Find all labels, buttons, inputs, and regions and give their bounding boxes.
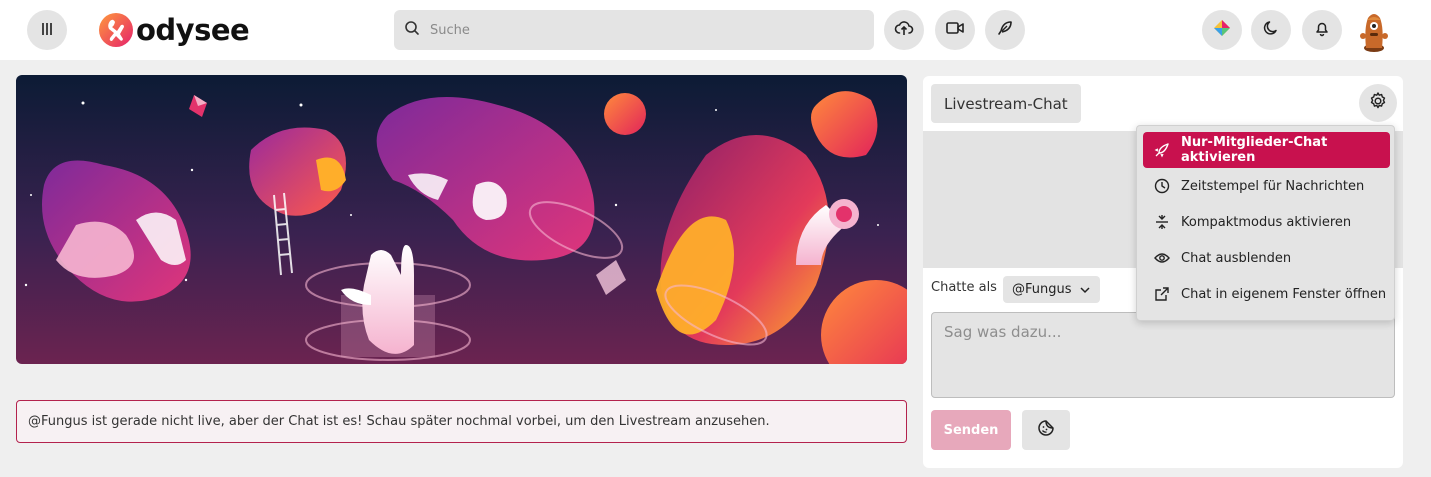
- menu-item-label: Kompaktmodus aktivieren: [1181, 214, 1352, 230]
- chat-as-select[interactable]: @Fungus: [1003, 276, 1100, 303]
- menu-item-members-only-chat[interactable]: Nur-Mitglieder-Chat aktivieren: [1143, 132, 1390, 168]
- bell-icon: [1313, 19, 1331, 41]
- upload-cloud-icon: [894, 18, 914, 42]
- menu-item-compact-mode[interactable]: Kompaktmodus aktivieren: [1143, 204, 1390, 240]
- chat-settings-menu: Nur-Mitglieder-Chat aktivieren Zeitstemp…: [1136, 125, 1395, 321]
- moon-icon: [1262, 19, 1280, 41]
- user-avatar[interactable]: [1357, 8, 1391, 54]
- new-post-button[interactable]: [985, 10, 1025, 50]
- wallet-diamond-icon: [1212, 18, 1232, 42]
- menu-item-label: Zeitstempel für Nachrichten: [1181, 178, 1365, 194]
- offline-notice: @Fungus ist gerade nicht live, aber der …: [16, 400, 907, 443]
- go-live-button[interactable]: [935, 10, 975, 50]
- channel-banner-image: [16, 75, 907, 364]
- offline-notice-text: @Fungus ist gerade nicht live, aber der …: [28, 414, 770, 429]
- search-icon: [404, 20, 420, 40]
- chat-as-value: @Fungus: [1012, 282, 1072, 297]
- chevron-down-icon: [1079, 284, 1091, 296]
- menu-item-label: Chat ausblenden: [1181, 250, 1292, 266]
- search-bar[interactable]: [394, 10, 874, 50]
- menu-button[interactable]: [27, 10, 67, 50]
- wallet-button[interactable]: [1202, 10, 1242, 50]
- chat-settings-button[interactable]: [1359, 84, 1397, 122]
- eye-icon: [1154, 250, 1170, 266]
- send-button[interactable]: Senden: [931, 410, 1011, 450]
- chat-textarea[interactable]: [944, 323, 1382, 387]
- logo-text: odysee: [136, 13, 250, 47]
- odysee-logo[interactable]: odysee: [98, 11, 250, 49]
- menu-item-popout-chat[interactable]: Chat in eigenem Fenster öffnen: [1143, 276, 1390, 312]
- chat-input-field[interactable]: [931, 312, 1395, 398]
- compact-icon: [1154, 214, 1170, 230]
- tab-livestream-chat[interactable]: Livestream-Chat: [931, 84, 1081, 123]
- notifications-button[interactable]: [1302, 10, 1342, 50]
- hamburger-icon: [40, 21, 54, 40]
- chat-tab-label: Livestream-Chat: [944, 94, 1068, 113]
- sticker-button[interactable]: [1022, 410, 1070, 450]
- chat-as-label: Chatte als: [931, 280, 997, 295]
- send-button-label: Senden: [943, 422, 999, 438]
- top-header: odysee: [0, 0, 1431, 60]
- gear-icon: [1368, 91, 1388, 115]
- menu-item-label: Nur-Mitglieder-Chat aktivieren: [1181, 135, 1328, 165]
- clock-icon: [1154, 178, 1170, 194]
- feather-icon: [995, 18, 1015, 42]
- theme-toggle-button[interactable]: [1251, 10, 1291, 50]
- menu-item-label: Chat in eigenem Fenster öffnen: [1181, 286, 1387, 302]
- menu-item-hide-chat[interactable]: Chat ausblenden: [1143, 240, 1390, 276]
- rocket-icon: [1154, 142, 1170, 158]
- external-link-icon: [1154, 286, 1170, 302]
- video-camera-icon: [945, 18, 965, 42]
- odysee-logo-mark: [99, 13, 133, 47]
- upload-button[interactable]: [884, 10, 924, 50]
- search-input[interactable]: [430, 22, 850, 38]
- menu-item-timestamps[interactable]: Zeitstempel für Nachrichten: [1143, 168, 1390, 204]
- sticker-icon: [1037, 419, 1055, 441]
